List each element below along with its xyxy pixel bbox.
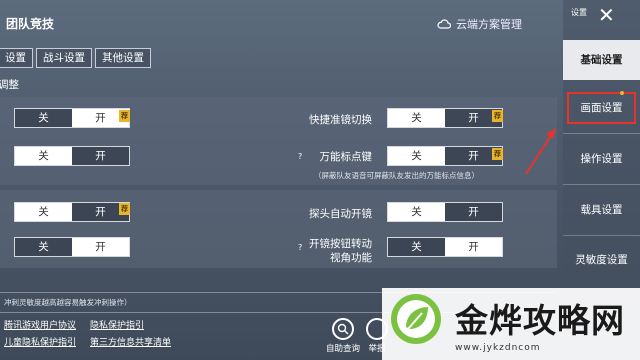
- watermark-url: www.jykzdncom: [455, 343, 541, 353]
- watermark-brand: 金烨攻略网: [455, 301, 625, 340]
- watermark-logo-icon: [391, 294, 441, 344]
